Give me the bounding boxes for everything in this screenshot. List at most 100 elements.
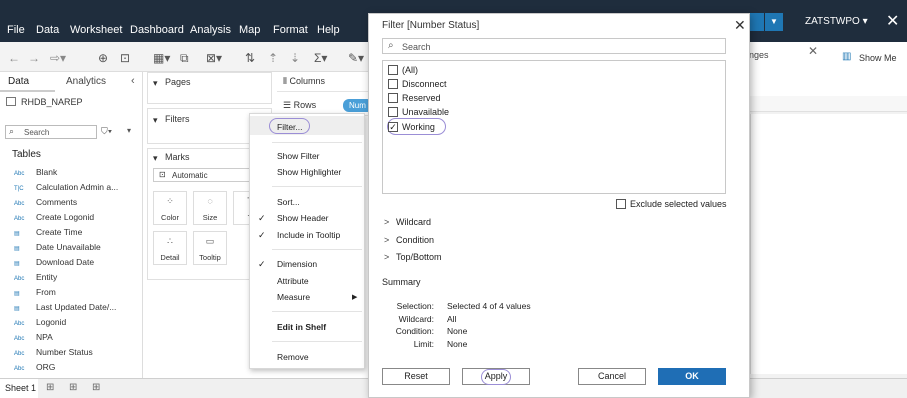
section-top-bottom[interactable]: > Top/Bottom xyxy=(384,252,442,262)
menu-item-show-highlighter[interactable]: Show Highlighter xyxy=(277,167,341,177)
new-worksheet-icon[interactable]: ▦▾ xyxy=(153,51,170,65)
reset-button[interactable]: Reset xyxy=(382,368,450,385)
ok-button[interactable]: OK xyxy=(658,368,726,385)
field-item[interactable]: Abc Number Status xyxy=(14,347,93,357)
sort-ascending-icon[interactable]: ⇡ xyxy=(268,51,278,65)
field-item[interactable]: ▤ Download Date xyxy=(14,257,94,267)
menu-dashboard[interactable]: Dashboard xyxy=(130,24,184,36)
menu-item-measure[interactable]: Measure xyxy=(277,292,310,302)
redo-icon[interactable]: ⇨▾ xyxy=(50,51,66,65)
check-icon: ✓ xyxy=(258,213,266,223)
cancel-button[interactable]: Cancel xyxy=(578,368,646,385)
field-item[interactable]: T|C Calculation Admin a... xyxy=(14,182,118,192)
publish-dropdown-icon[interactable]: ▼ xyxy=(765,13,783,31)
field-item[interactable]: ▤ From xyxy=(14,287,56,297)
sheet-tab[interactable]: Sheet 1 xyxy=(0,379,38,398)
worksheet-canvas[interactable] xyxy=(750,96,907,378)
checkbox[interactable] xyxy=(388,93,398,103)
columns-shelf[interactable]: ⦀ Columns xyxy=(277,72,377,92)
pause-updates-icon[interactable]: ⊡ xyxy=(120,51,130,65)
show-me-icon[interactable]: ▥ xyxy=(842,51,851,62)
detail-button[interactable]: ∴ Detail xyxy=(153,231,187,265)
forward-icon[interactable]: → xyxy=(28,51,40,65)
pill-context-menu: Filter... Show Filter Show Highlighter S… xyxy=(249,113,365,369)
section-wildcard[interactable]: > Wildcard xyxy=(384,217,431,227)
close-icon[interactable]: ✕ xyxy=(808,44,818,58)
new-dashboard-icon[interactable]: ⊞ xyxy=(69,382,77,393)
swap-icon[interactable]: ⇅ xyxy=(245,51,255,65)
menu-analysis[interactable]: Analysis xyxy=(190,24,231,36)
field-item[interactable]: Abc NPA xyxy=(14,332,53,342)
menu-help[interactable]: Help xyxy=(317,24,340,36)
checkbox[interactable] xyxy=(616,199,626,209)
duplicate-sheet-icon[interactable]: ⧉ xyxy=(180,51,189,66)
color-button[interactable]: ⁘ Color xyxy=(153,191,187,225)
field-item[interactable]: ▤ Create Time xyxy=(14,227,82,237)
menu-item-filter[interactable]: Filter... xyxy=(277,122,303,132)
close-icon[interactable]: ✕ xyxy=(886,11,899,31)
field-item[interactable]: Abc Blank xyxy=(14,167,57,177)
field-search-input[interactable]: ⌕ Search xyxy=(5,125,97,139)
menu-item-remove[interactable]: Remove xyxy=(277,352,309,362)
tab-data[interactable]: Data xyxy=(8,76,29,87)
field-name: Last Updated Date/... xyxy=(36,302,117,312)
menu-item-show-header[interactable]: Show Header xyxy=(277,213,329,223)
menu-map[interactable]: Map xyxy=(239,24,260,36)
menu-format[interactable]: Format xyxy=(273,24,308,36)
show-me-button[interactable]: Show Me xyxy=(859,53,897,63)
back-icon[interactable]: ← xyxy=(8,51,20,65)
field-item[interactable]: Abc Entity xyxy=(14,272,57,282)
field-item[interactable]: Abc Logonid xyxy=(14,317,66,327)
menu-item-sort[interactable]: Sort... xyxy=(277,197,300,207)
menu-data[interactable]: Data xyxy=(36,24,59,36)
mark-type-dropdown[interactable]: ⊡ Automatic xyxy=(153,168,263,182)
filter-search-input[interactable]: ⌕ Search xyxy=(382,38,726,54)
pages-card[interactable]: ▾ Pages xyxy=(147,72,272,104)
field-item[interactable]: Abc Create Logonid xyxy=(14,212,94,222)
totals-icon[interactable]: Σ▾ xyxy=(314,51,327,65)
field-type-icon: Abc xyxy=(14,171,25,177)
field-item[interactable]: ▤ Last Updated Date/... xyxy=(14,302,116,312)
menu-item-dimension[interactable]: Dimension xyxy=(277,259,317,269)
field-type-icon: ▤ xyxy=(14,291,20,297)
field-item[interactable]: Abc ORG xyxy=(14,362,55,372)
size-button[interactable]: ◌ Size xyxy=(193,191,227,225)
section-condition[interactable]: > Condition xyxy=(384,235,434,245)
sort-descending-icon[interactable]: ⇣ xyxy=(290,51,300,65)
menu-item-show-filter[interactable]: Show Filter xyxy=(277,151,320,161)
option-label: Disconnect xyxy=(402,79,447,89)
menu-worksheet[interactable]: Worksheet xyxy=(70,24,122,36)
menu-divider xyxy=(272,311,362,312)
collapse-pane-icon[interactable]: ‹ xyxy=(131,75,135,87)
field-item[interactable]: ▤ Date Unavailable xyxy=(14,242,101,252)
clear-sheet-icon[interactable]: ⊠▾ xyxy=(206,51,222,65)
summary-key: Limit: xyxy=(413,339,434,349)
filter-fields-icon[interactable]: ⛉▾ xyxy=(101,126,112,137)
tab-analytics[interactable]: Analytics xyxy=(66,76,106,87)
menu-item-attribute[interactable]: Attribute xyxy=(277,276,309,286)
datasource-name[interactable]: RHDB_NAREP xyxy=(21,97,83,107)
checkbox[interactable] xyxy=(388,79,398,89)
checkbox[interactable] xyxy=(388,65,398,75)
search-placeholder: Search xyxy=(24,128,50,137)
summary-value: None xyxy=(447,326,468,336)
card-collapse-icon[interactable]: ▾ xyxy=(153,115,158,126)
highlight-icon[interactable]: ✎▾ xyxy=(348,51,364,65)
user-menu[interactable]: ZATSTWPO ▾ xyxy=(805,16,868,27)
check-icon: ✓ xyxy=(258,259,266,269)
new-story-icon[interactable]: ⊞ xyxy=(92,382,100,393)
new-datasource-icon[interactable]: ⊕ xyxy=(98,51,108,65)
checkbox-checked[interactable]: ✓ xyxy=(388,122,398,132)
menu-file[interactable]: File xyxy=(7,24,25,36)
menu-item-include-tooltip[interactable]: Include in Tooltip xyxy=(277,230,340,240)
menu-item-edit-in-shelf[interactable]: Edit in Shelf xyxy=(277,322,326,332)
tooltip-button[interactable]: ▭ Tooltip xyxy=(193,231,227,265)
close-icon[interactable]: ✕ xyxy=(734,17,746,34)
checkbox[interactable] xyxy=(388,107,398,117)
field-item[interactable]: Abc Comments xyxy=(14,197,77,207)
card-collapse-icon[interactable]: ▾ xyxy=(153,78,158,89)
view-area[interactable] xyxy=(750,114,907,374)
card-collapse-icon[interactable]: ▾ xyxy=(153,153,158,164)
more-options-icon[interactable]: ▾ xyxy=(127,126,131,135)
new-worksheet-icon[interactable]: ⊞ xyxy=(46,382,54,393)
